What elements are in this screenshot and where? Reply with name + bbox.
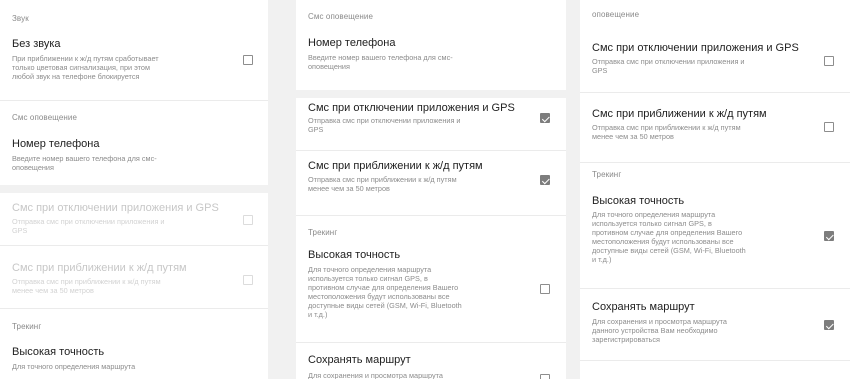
setting-description: Для сохранения и просмотра маршрута <box>308 371 443 379</box>
setting-description: При приближении к ж/д путям сработывает … <box>12 54 159 81</box>
silent-mode-checkbox[interactable] <box>243 55 253 65</box>
sms-railway-checkbox[interactable] <box>243 275 253 285</box>
setting-title: Сохранять маршрут <box>308 354 411 366</box>
setting-title: Номер телефона <box>12 138 100 150</box>
divider <box>580 360 850 361</box>
setting-sms-railway[interactable]: Смс при приближении к ж/д путям Отправка… <box>296 154 566 210</box>
setting-sms-app-gps[interactable]: Смс при отключении приложения и GPS Отпр… <box>580 28 850 90</box>
setting-silent-mode[interactable]: Без звука При приближении к ж/д путям ср… <box>0 30 268 100</box>
setting-save-route[interactable]: Сохранять маршрут Для сохранения и просм… <box>580 292 850 358</box>
divider <box>296 150 566 151</box>
setting-title: Смс при отключении приложения и GPS <box>12 202 219 214</box>
setting-sms-railway[interactable]: Смс при приближении к ж/д путям Отправка… <box>580 98 850 160</box>
setting-title: Номер телефона <box>308 37 396 49</box>
save-route-checkbox[interactable] <box>824 320 834 330</box>
setting-description: Для точного определения маршрута использ… <box>592 210 746 264</box>
section-header-tracking: Трекинг <box>308 228 338 237</box>
setting-save-route[interactable]: Сохранять маршрут Для сохранения и просм… <box>296 346 566 379</box>
setting-description: Отправка смс при приближении к ж/д путям… <box>12 277 161 295</box>
setting-description: Отправка смс при приближении к ж/д путям… <box>592 123 741 141</box>
setting-title: Высокая точность <box>308 249 401 261</box>
divider <box>580 288 850 289</box>
divider <box>0 100 268 101</box>
setting-description: Для точного определения маршрута использ… <box>308 265 462 319</box>
divider <box>0 308 268 309</box>
setting-sms-railway[interactable]: Смс при приближении к ж/д путям Отправка… <box>0 253 268 303</box>
section-header-sms: Смс оповещение <box>12 113 78 122</box>
setting-description: Введите номер вашего телефона для смс- о… <box>308 53 453 71</box>
section-header-tracking: Трекинг <box>592 170 622 179</box>
setting-phone-number[interactable]: Номер телефона Введите номер вашего теле… <box>296 28 566 90</box>
divider <box>580 92 850 93</box>
high-accuracy-checkbox[interactable] <box>540 284 550 294</box>
divider <box>0 245 268 246</box>
section-header-sms: Смс оповещение <box>308 12 374 21</box>
setting-title: Смс при приближении к ж/д путям <box>592 108 767 120</box>
list-gap <box>296 90 566 98</box>
setting-title: Высокая точность <box>12 346 105 358</box>
section-header-sound: Звук <box>12 14 29 23</box>
setting-description: Отправка смс при отключении приложения и… <box>308 116 461 134</box>
sms-app-gps-checkbox[interactable] <box>824 56 834 66</box>
setting-title: Сохранять маршрут <box>592 301 695 313</box>
sms-app-gps-checkbox[interactable] <box>243 215 253 225</box>
section-header-sms: оповещение <box>592 10 640 19</box>
setting-sms-app-gps[interactable]: Смс при отключении приложения и GPS Отпр… <box>0 193 268 245</box>
settings-screen-2: Смс оповещение Номер телефона Введите но… <box>296 0 566 379</box>
setting-description: Для сохранения и просмотра маршрута данн… <box>592 317 727 344</box>
settings-screen-3: оповещение Смс при отключении приложения… <box>580 0 850 379</box>
list-gap <box>0 185 268 193</box>
divider <box>580 162 850 163</box>
settings-screen-1: Звук Без звука При приближении к ж/д пут… <box>0 0 268 379</box>
setting-title: Смс при приближении к ж/д путям <box>308 160 483 172</box>
setting-high-accuracy[interactable]: Высокая точность Для точного определения… <box>0 338 268 379</box>
section-header-tracking: Трекинг <box>12 322 42 331</box>
setting-description: Отправка смс при отключении приложения и… <box>12 217 165 235</box>
sms-railway-checkbox[interactable] <box>824 122 834 132</box>
high-accuracy-checkbox[interactable] <box>824 231 834 241</box>
setting-title: Высокая точность <box>592 195 685 207</box>
setting-description: Для точного определения маршрута <box>12 362 136 371</box>
divider <box>296 215 566 216</box>
setting-sms-app-gps[interactable]: Смс при отключении приложения и GPS Отпр… <box>296 98 566 150</box>
setting-title: Смс при отключении приложения и GPS <box>592 42 799 54</box>
setting-phone-number[interactable]: Номер телефона Введите номер вашего теле… <box>0 130 268 185</box>
divider <box>296 342 566 343</box>
sms-app-gps-checkbox[interactable] <box>540 113 550 123</box>
sms-railway-checkbox[interactable] <box>540 175 550 185</box>
setting-high-accuracy[interactable]: Высокая точность Для точного определения… <box>580 186 850 286</box>
setting-title: Смс при отключении приложения и GPS <box>308 102 515 114</box>
setting-description: Отправка смс при отключении приложения и… <box>592 57 745 75</box>
setting-high-accuracy[interactable]: Высокая точность Для точного определения… <box>296 242 566 340</box>
setting-description: Отправка смс при приближении к ж/д путям… <box>308 175 457 193</box>
save-route-checkbox[interactable] <box>540 374 550 379</box>
setting-description: Введите номер вашего телефона для смс- о… <box>12 154 157 172</box>
setting-title: Без звука <box>12 38 61 50</box>
setting-title: Смс при приближении к ж/д путям <box>12 262 187 274</box>
